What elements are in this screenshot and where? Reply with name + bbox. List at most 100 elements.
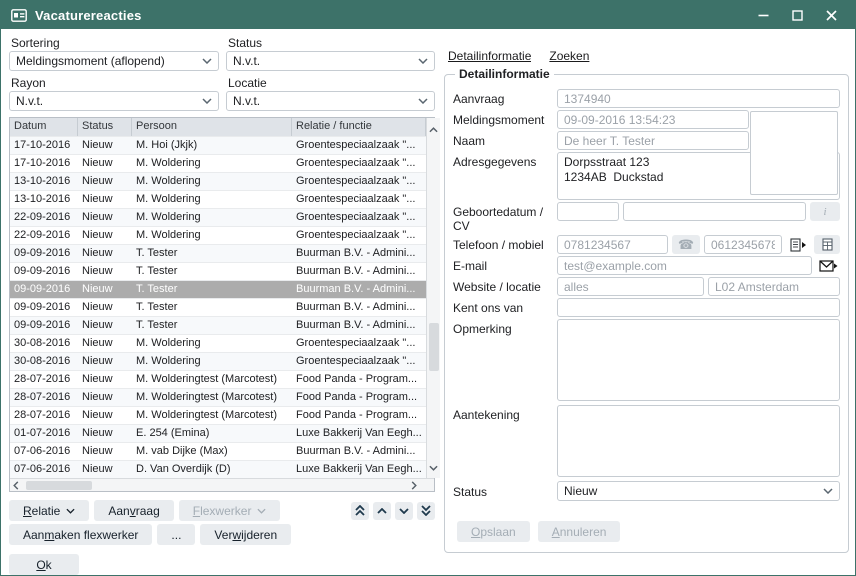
verwijderen-button[interactable]: Verwijderen <box>200 524 291 545</box>
sortering-label: Sortering <box>9 35 219 51</box>
meldingsmoment-field[interactable] <box>557 110 749 129</box>
locatie-field[interactable] <box>708 277 840 296</box>
sortering-dropdown[interactable]: Meldingsmoment (aflopend) <box>9 51 219 71</box>
website-locatie-label: Website / locatie <box>453 277 557 294</box>
chevron-down-icon <box>418 58 428 64</box>
titlebar: Vacaturereacties <box>1 1 855 29</box>
horizontal-scroll-thumb[interactable] <box>26 481 92 490</box>
table-row[interactable]: 13-10-2016 Nieuw M. Woldering Groentespe… <box>10 172 426 190</box>
aantekening-field[interactable] <box>557 405 840 477</box>
column-header-persoon[interactable]: Persoon <box>132 118 292 136</box>
vertical-scroll-thumb[interactable] <box>429 323 439 371</box>
table-header[interactable]: Datum Status Persoon Relatie / functie <box>10 118 426 136</box>
table-row[interactable]: 07-06-2016 Nieuw D. Van Overdijk (D) Lux… <box>10 460 426 478</box>
status-value: Nieuw <box>564 484 823 498</box>
table-row[interactable]: 28-07-2016 Nieuw M. Wolderingtest (Marco… <box>10 370 426 388</box>
meldingsmoment-label: Meldingsmoment <box>453 110 557 127</box>
chevron-down-icon <box>202 98 212 104</box>
chevron-down-icon <box>418 98 428 104</box>
aanvraag-button[interactable]: Aanvraag <box>94 500 173 521</box>
double-chevron-down-icon <box>421 505 431 516</box>
table-row[interactable]: 07-06-2016 Nieuw M. vab Dijke (Max) Buur… <box>10 442 426 460</box>
status-label: Status <box>453 481 557 499</box>
table-row[interactable]: 28-07-2016 Nieuw M. Wolderingtest (Marco… <box>10 406 426 424</box>
annuleren-button: Annuleren <box>538 521 621 542</box>
naam-field[interactable] <box>557 131 749 150</box>
table-row[interactable]: 30-08-2016 Nieuw M. Woldering Groentespe… <box>10 352 426 370</box>
phone-icon: ☎ <box>672 235 700 254</box>
kent-ons-van-label: Kent ons van <box>453 298 557 315</box>
website-field[interactable] <box>557 277 704 296</box>
scroll-left-icon[interactable] <box>13 479 19 492</box>
photo-placeholder <box>750 111 838 195</box>
status-filter-value: N.v.t. <box>233 54 418 68</box>
table-row[interactable]: 22-09-2016 Nieuw M. Woldering Groentespe… <box>10 208 426 226</box>
move-down-button[interactable] <box>395 502 413 520</box>
scroll-right-icon[interactable] <box>411 479 417 492</box>
move-up-button[interactable] <box>373 502 391 520</box>
table-row[interactable]: 13-10-2016 Nieuw M. Woldering Groentespe… <box>10 190 426 208</box>
locatie-label: Locatie <box>226 75 435 91</box>
telefoon-field[interactable] <box>557 235 668 254</box>
aanmaken-flexwerker-button[interactable]: Aanmaken flexwerker <box>9 524 152 545</box>
status-dropdown[interactable]: Nieuw <box>557 481 840 501</box>
tab-detailinformatie[interactable]: Detailinformatie <box>448 49 531 63</box>
cv-field[interactable] <box>623 202 806 221</box>
table-row[interactable]: 09-09-2016 Nieuw T. Tester Buurman B.V. … <box>10 316 426 334</box>
tab-zoeken[interactable]: Zoeken <box>549 49 589 63</box>
aanvraag-label: Aanvraag <box>453 89 557 106</box>
table-body: 17-10-2016 Nieuw M. Hoi (Jkjk) Groentesp… <box>10 136 426 478</box>
detailinformatie-groupbox: Detailinformatie Aanvraag Meldingsmoment… <box>444 67 849 553</box>
email-field[interactable] <box>557 256 812 275</box>
kent-ons-van-field[interactable] <box>557 298 840 317</box>
horizontal-scrollbar[interactable] <box>10 478 434 491</box>
chevron-down-icon <box>257 508 266 514</box>
scroll-up-icon[interactable] <box>427 120 440 138</box>
table-row[interactable]: 09-09-2016 Nieuw T. Tester Buurman B.V. … <box>10 244 426 262</box>
close-button[interactable] <box>817 4 845 26</box>
move-first-button[interactable] <box>351 502 369 520</box>
scroll-down-icon[interactable] <box>427 458 440 476</box>
table-row[interactable]: 09-09-2016 Nieuw T. Tester Buurman B.V. … <box>10 298 426 316</box>
chevron-up-icon <box>377 508 387 514</box>
table-row[interactable]: 17-10-2016 Nieuw M. Hoi (Jkjk) Groentesp… <box>10 136 426 154</box>
table-row[interactable]: 30-08-2016 Nieuw M. Woldering Groentespe… <box>10 334 426 352</box>
ellipsis-button[interactable]: ... <box>157 524 195 545</box>
column-header-status[interactable]: Status <box>78 118 132 136</box>
move-last-button[interactable] <box>417 502 435 520</box>
rayon-dropdown[interactable]: N.v.t. <box>9 91 219 111</box>
flexwerker-button: Flexwerker <box>179 500 281 521</box>
column-header-datum[interactable]: Datum <box>10 118 78 136</box>
groupbox-legend: Detailinformatie <box>455 67 554 81</box>
chevron-down-icon <box>202 58 212 64</box>
column-header-relatie-functie[interactable]: Relatie / functie <box>292 118 426 136</box>
rayon-label: Rayon <box>9 75 219 91</box>
double-chevron-up-icon <box>355 505 365 516</box>
geboortedatum-field[interactable] <box>557 202 619 221</box>
table-row[interactable]: 17-10-2016 Nieuw M. Woldering Groentespe… <box>10 154 426 172</box>
table-row[interactable]: 22-09-2016 Nieuw M. Woldering Groentespe… <box>10 226 426 244</box>
ok-button[interactable]: Ok <box>9 554 79 575</box>
status-filter-dropdown[interactable]: N.v.t. <box>226 51 435 71</box>
aantekening-label: Aantekening <box>453 405 557 422</box>
aanvraag-field[interactable] <box>557 89 840 108</box>
document-arrow-icon[interactable] <box>786 235 810 254</box>
opmerking-field[interactable] <box>557 319 840 401</box>
maximize-button[interactable] <box>783 4 811 26</box>
chevron-down-icon <box>66 508 75 514</box>
table-row[interactable]: 09-09-2016 Nieuw T. Tester Buurman B.V. … <box>10 280 426 298</box>
locatie-dropdown[interactable]: N.v.t. <box>226 91 435 111</box>
mobiel-field[interactable] <box>704 235 782 254</box>
minimize-button[interactable] <box>749 4 777 26</box>
opmerking-label: Opmerking <box>453 319 557 336</box>
detail-pane: Detailinformatie Zoeken Detailinformatie… <box>444 49 849 553</box>
send-email-icon[interactable] <box>816 256 840 275</box>
table-row[interactable]: 28-07-2016 Nieuw M. Wolderingtest (Marco… <box>10 388 426 406</box>
calculator-icon[interactable] <box>814 235 840 254</box>
table-row[interactable]: 01-07-2016 Nieuw E. 254 (Emina) Luxe Bak… <box>10 424 426 442</box>
adresgegevens-label: Adresgegevens <box>453 152 557 169</box>
chevron-down-icon <box>823 488 833 494</box>
table-row[interactable]: 09-09-2016 Nieuw T. Tester Buurman B.V. … <box>10 262 426 280</box>
vertical-scrollbar[interactable] <box>426 118 440 478</box>
relatie-button[interactable]: Relatie <box>9 500 89 521</box>
